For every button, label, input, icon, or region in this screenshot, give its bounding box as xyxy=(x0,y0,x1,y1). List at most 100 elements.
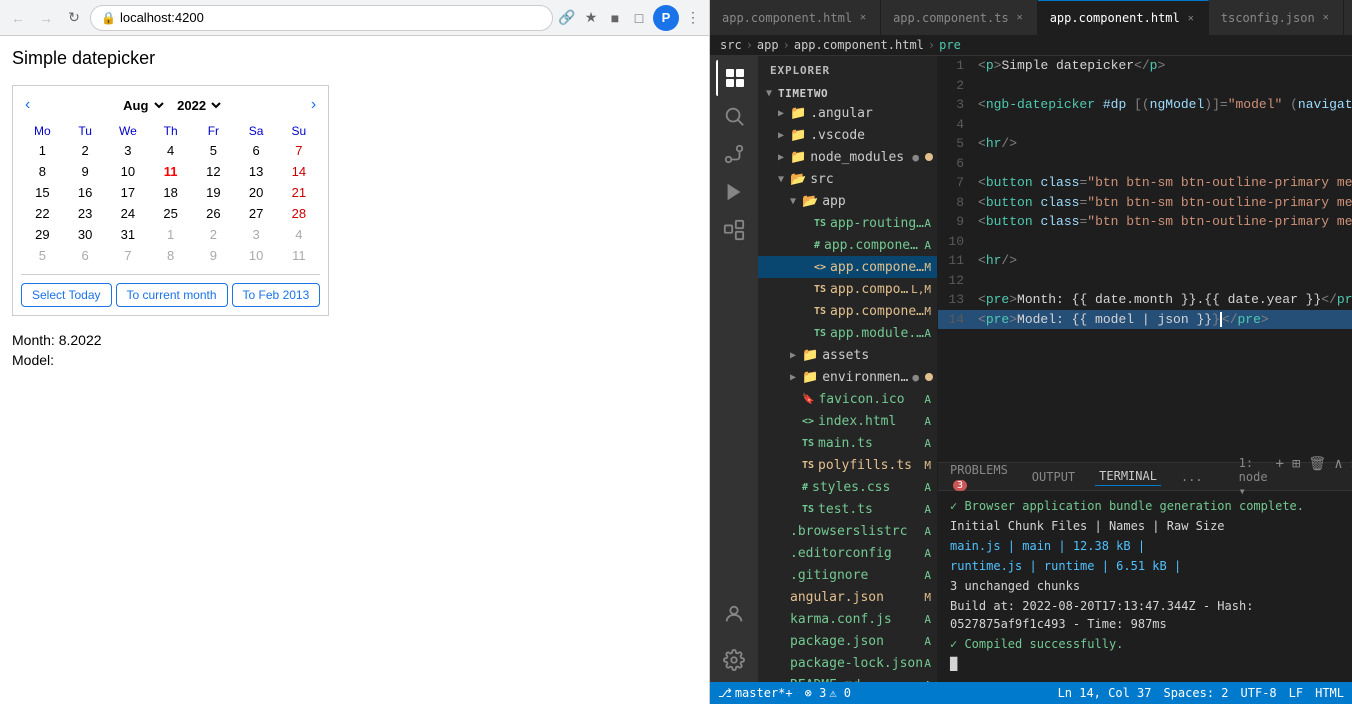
dp-day-cell[interactable]: 11 xyxy=(149,161,192,182)
dp-day-cell[interactable]: 22 xyxy=(21,203,64,224)
profile-button[interactable]: P xyxy=(653,5,679,31)
extension-icon[interactable]: ■ xyxy=(605,8,625,28)
dp-day-cell[interactable]: 28 xyxy=(278,203,321,224)
activity-settings[interactable] xyxy=(716,642,752,678)
dp-day-cell[interactable]: 3 xyxy=(107,140,150,161)
terminal-tab-output[interactable]: OUTPUT xyxy=(1028,468,1079,486)
sidebar-item--gitignore[interactable]: .gitignoreA xyxy=(758,564,937,586)
dp-year-select[interactable]: 2020202120222023 xyxy=(171,97,224,114)
share-icon[interactable]: 🔗 xyxy=(557,8,577,28)
sidebar-item-app-module-ts[interactable]: TSapp.module.tsA xyxy=(758,322,937,344)
tab-tsconfig-json[interactable]: tsconfig.json ✕ xyxy=(1209,0,1344,35)
dp-day-cell[interactable]: 11 xyxy=(278,245,321,266)
sidebar-item-karma-conf-js[interactable]: karma.conf.jsA xyxy=(758,608,937,630)
dp-day-cell[interactable]: 7 xyxy=(278,140,321,161)
menu-icon[interactable]: ⋮ xyxy=(683,8,703,28)
sidebar-item--angular[interactable]: ▶📁.angular xyxy=(758,102,937,124)
dp-current-month-button[interactable]: To current month xyxy=(116,283,228,307)
git-branch[interactable]: ⎇ master*+ xyxy=(718,686,793,700)
dp-next-button[interactable]: › xyxy=(307,94,320,116)
dp-day-cell[interactable]: 25 xyxy=(149,203,192,224)
tab-close[interactable]: ✕ xyxy=(858,11,868,24)
encoding[interactable]: UTF-8 xyxy=(1241,686,1277,700)
bookmark-icon[interactable]: ★ xyxy=(581,8,601,28)
dp-day-cell[interactable]: 4 xyxy=(278,224,321,245)
sidebar-item-environments[interactable]: ▶📁environments● xyxy=(758,366,937,388)
sidebar-item-angular-json[interactable]: angular.jsonM xyxy=(758,586,937,608)
dp-day-cell[interactable]: 18 xyxy=(149,182,192,203)
activity-extensions[interactable] xyxy=(716,212,752,248)
dp-day-cell[interactable]: 2 xyxy=(192,224,235,245)
sidebar-item-index-html[interactable]: <>index.htmlA xyxy=(758,410,937,432)
dp-day-cell[interactable]: 12 xyxy=(192,161,235,182)
code-editor[interactable]: 1<p>Simple datepicker</p>23<ngb-datepick… xyxy=(938,56,1352,462)
activity-explorer[interactable] xyxy=(716,60,752,96)
error-count[interactable]: ⊗ 3 ⚠ 0 xyxy=(805,686,851,700)
sidebar-item--browserslistrc[interactable]: .browserslistrcA xyxy=(758,520,937,542)
dp-day-cell[interactable]: 2 xyxy=(64,140,107,161)
dp-day-cell[interactable]: 26 xyxy=(192,203,235,224)
activity-search[interactable] xyxy=(716,98,752,134)
sidebar-item-package-lock-json[interactable]: package-lock.jsonA xyxy=(758,652,937,674)
tab-close[interactable]: ✕ xyxy=(1015,11,1025,24)
dp-day-cell[interactable]: 4 xyxy=(149,140,192,161)
dp-day-cell[interactable]: 30 xyxy=(64,224,107,245)
eol[interactable]: LF xyxy=(1289,686,1303,700)
sidebar-item-polyfills-ts[interactable]: TSpolyfills.tsM xyxy=(758,454,937,476)
dp-day-cell[interactable]: 14 xyxy=(278,161,321,182)
dp-day-cell[interactable]: 10 xyxy=(235,245,278,266)
activity-git[interactable] xyxy=(716,136,752,172)
dp-day-cell[interactable]: 16 xyxy=(64,182,107,203)
dp-day-cell[interactable]: 17 xyxy=(107,182,150,203)
dp-prev-button[interactable]: ‹ xyxy=(21,94,34,116)
sidebar-root[interactable]: ▼ TIMETWO xyxy=(758,85,937,102)
sidebar-item-node_modules[interactable]: ▶📁node_modules● xyxy=(758,146,937,168)
tab-app-component-html-1[interactable]: app.component.html ✕ xyxy=(710,0,881,35)
dp-select-today-button[interactable]: Select Today xyxy=(21,283,112,307)
address-bar[interactable]: 🔒 localhost:4200 xyxy=(90,5,553,31)
dp-day-cell[interactable]: 15 xyxy=(21,182,64,203)
dp-day-cell[interactable]: 1 xyxy=(21,140,64,161)
sidebar-item-app-component-spec-ts[interactable]: TSapp.component.spec.tsL,M xyxy=(758,278,937,300)
dp-day-cell[interactable]: 19 xyxy=(192,182,235,203)
dp-day-cell[interactable]: 8 xyxy=(21,161,64,182)
cursor-position[interactable]: Ln 14, Col 37 xyxy=(1058,686,1152,700)
dp-day-cell[interactable]: 3 xyxy=(235,224,278,245)
dp-day-cell[interactable]: 20 xyxy=(235,182,278,203)
activity-run[interactable] xyxy=(716,174,752,210)
terminal-tab-terminal[interactable]: TERMINAL xyxy=(1095,467,1161,486)
forward-button[interactable]: → xyxy=(34,6,58,30)
sidebar-item--vscode[interactable]: ▶📁.vscode xyxy=(758,124,937,146)
dp-day-cell[interactable]: 9 xyxy=(192,245,235,266)
sidebar-item-styles-css[interactable]: #styles.cssA xyxy=(758,476,937,498)
sidebar-item--editorconfig[interactable]: .editorconfigA xyxy=(758,542,937,564)
dp-day-cell[interactable]: 23 xyxy=(64,203,107,224)
dp-feb2013-button[interactable]: To Feb 2013 xyxy=(232,283,321,307)
dp-day-cell[interactable]: 6 xyxy=(64,245,107,266)
sidebar-item-src[interactable]: ▼📂src xyxy=(758,168,937,190)
dp-day-cell[interactable]: 29 xyxy=(21,224,64,245)
reload-button[interactable]: ↻ xyxy=(62,6,86,30)
dp-day-cell[interactable]: 13 xyxy=(235,161,278,182)
sidebar-item-README-md[interactable]: README.mdA xyxy=(758,674,937,682)
dp-day-cell[interactable]: 24 xyxy=(107,203,150,224)
dp-day-cell[interactable]: 1 xyxy=(149,224,192,245)
tab-app-component-html-active[interactable]: app.component.html ✕ xyxy=(1038,0,1209,35)
dp-day-cell[interactable]: 7 xyxy=(107,245,150,266)
spaces[interactable]: Spaces: 2 xyxy=(1163,686,1228,700)
dp-day-cell[interactable]: 10 xyxy=(107,161,150,182)
dp-day-cell[interactable]: 5 xyxy=(21,245,64,266)
terminal-content[interactable]: ✓ Browser application bundle generation … xyxy=(938,491,1352,682)
sidebar-item-assets[interactable]: ▶📁assets xyxy=(758,344,937,366)
activity-account[interactable] xyxy=(716,596,752,632)
sidebar-item-package-json[interactable]: package.jsonA xyxy=(758,630,937,652)
dp-day-cell[interactable]: 31 xyxy=(107,224,150,245)
dp-day-cell[interactable]: 9 xyxy=(64,161,107,182)
sidebar-item-app-routing-module-ts[interactable]: TSapp-routing.module.tsA xyxy=(758,212,937,234)
terminal-tab-more[interactable]: ... xyxy=(1177,468,1207,486)
tab-app-component-ts[interactable]: app.component.ts ✕ xyxy=(881,0,1038,35)
sidebar-item-favicon-ico[interactable]: 🔖favicon.icoA xyxy=(758,388,937,410)
tab-app-html[interactable]: app.html ✕ xyxy=(1344,0,1352,35)
sidebar-item-app-component-ts[interactable]: TSapp.component.tsM xyxy=(758,300,937,322)
split-icon[interactable]: □ xyxy=(629,8,649,28)
